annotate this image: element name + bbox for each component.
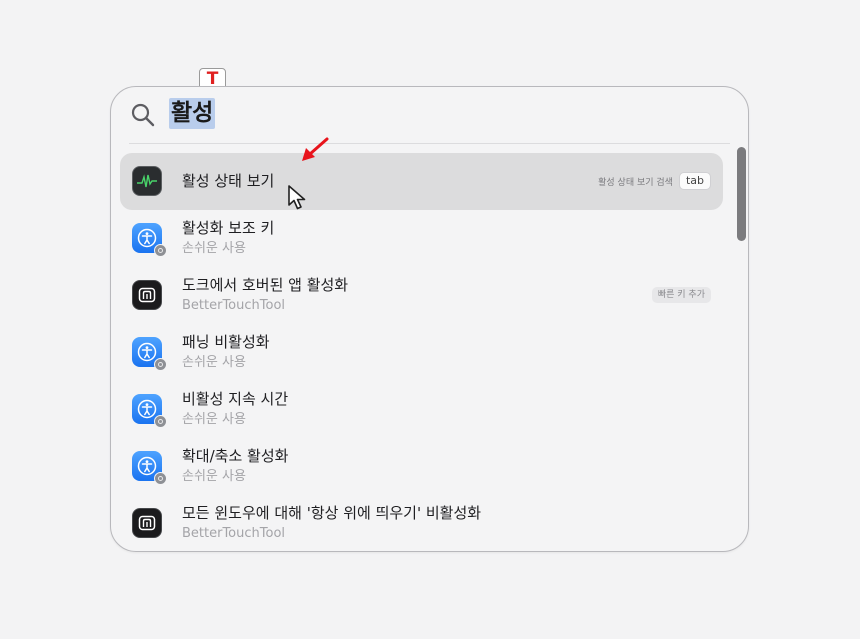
spotlight-panel: 활성 활성 상태 보기 활성 상태 보기 검색 tab 활성화 보조 키 손쉬운…: [110, 86, 749, 552]
result-title: 도크에서 호버된 앱 활성화: [182, 276, 349, 294]
result-title: 패닝 비활성화: [182, 333, 270, 351]
result-subtitle: 손쉬운 사용: [182, 241, 246, 256]
search-divider: [129, 143, 730, 144]
result-row[interactable]: 패닝 비활성화 손쉬운 사용: [120, 324, 723, 381]
result-subtitle: BetterTouchTool: [182, 526, 286, 541]
mouse-pointer-icon: [288, 185, 306, 210]
result-title: 비활성 지속 시간: [182, 390, 289, 408]
search-icon: [131, 103, 155, 127]
result-subtitle: 손쉬운 사용: [182, 469, 246, 484]
search-bar: 활성: [111, 87, 748, 143]
results-list: 활성 상태 보기 활성 상태 보기 검색 tab 활성화 보조 키 손쉬운 사용: [120, 153, 723, 551]
result-row-activity-monitor[interactable]: 활성 상태 보기 활성 상태 보기 검색 tab: [120, 153, 723, 210]
bettertouchtool-icon: [132, 508, 162, 538]
result-row[interactable]: 확대/축소 활성화 손쉬운 사용: [120, 438, 723, 495]
result-subtitle: BetterTouchTool: [182, 298, 286, 313]
result-subtitle: 손쉬운 사용: [182, 412, 246, 427]
result-row[interactable]: 도크에서 호버된 앱 활성화 BetterTouchTool 빠른 키 추가: [120, 267, 723, 324]
result-row[interactable]: 모든 윈도우에 대해 '항상 위에 띄우기' 비활성화 BetterTouchT…: [120, 495, 723, 551]
result-hint: 활성 상태 보기 검색 tab: [598, 172, 711, 190]
scrollbar[interactable]: [732, 143, 748, 527]
search-hint-text: 활성 상태 보기 검색: [598, 177, 673, 188]
settings-badge-icon: [154, 244, 167, 257]
activity-monitor-icon: [132, 166, 162, 196]
add-shortcut-button[interactable]: 빠른 키 추가: [651, 287, 711, 303]
result-title: 모든 윈도우에 대해 '항상 위에 띄우기' 비활성화: [182, 504, 482, 522]
tab-key-badge: tab: [678, 172, 711, 190]
result-row[interactable]: 활성화 보조 키 손쉬운 사용: [120, 210, 723, 267]
result-title: 활성 상태 보기: [182, 172, 275, 190]
result-title: 확대/축소 활성화: [182, 447, 289, 465]
result-title: 활성화 보조 키: [182, 219, 275, 237]
scrollbar-thumb[interactable]: [737, 147, 746, 241]
settings-badge-icon: [154, 358, 167, 371]
settings-badge-icon: [154, 415, 167, 428]
annotation-arrow-icon: [302, 137, 329, 161]
result-subtitle: 손쉬운 사용: [182, 355, 246, 370]
bettertouchtool-icon: [132, 280, 162, 310]
search-input[interactable]: 활성: [169, 98, 216, 129]
result-row[interactable]: 비활성 지속 시간 손쉬운 사용: [120, 381, 723, 438]
settings-badge-icon: [154, 472, 167, 485]
